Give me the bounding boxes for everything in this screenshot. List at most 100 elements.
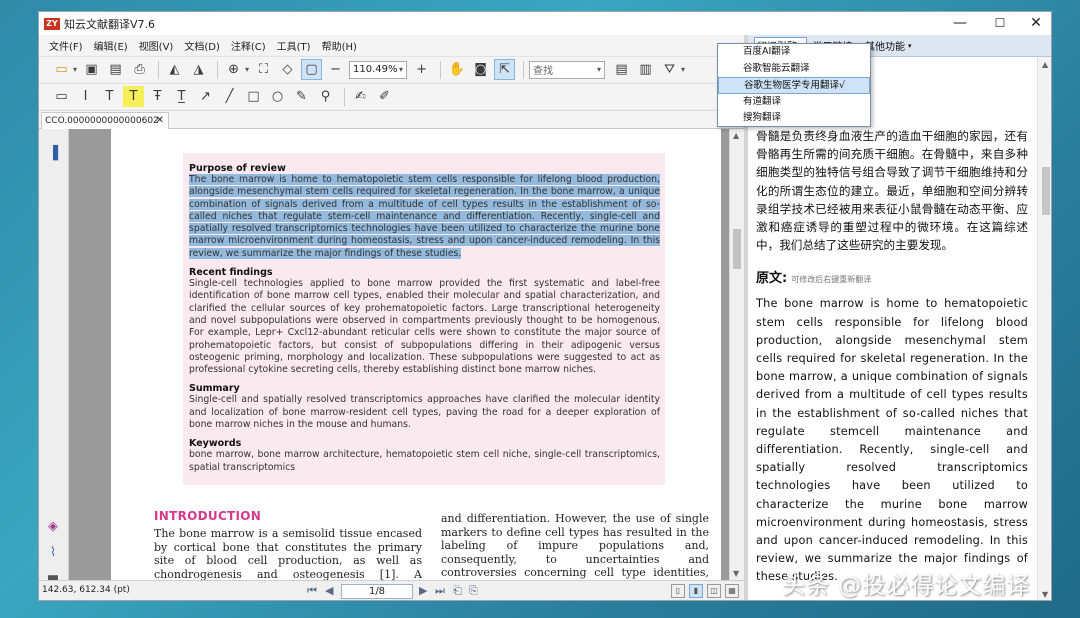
select-tool-icon[interactable]: ⇱ xyxy=(494,59,516,80)
find-next-icon[interactable]: ▥ xyxy=(635,59,656,80)
menu-document[interactable]: 文档(D) xyxy=(184,38,220,53)
bookmark-icon[interactable]: ▐ xyxy=(45,146,61,162)
toolbar-divider xyxy=(158,60,160,79)
arrow-icon[interactable]: ↗ xyxy=(195,86,216,107)
strikeout-icon[interactable]: Ŧ xyxy=(147,86,168,107)
text-box-icon[interactable]: Ⅰ xyxy=(75,86,96,107)
app-logo-icon: ZY xyxy=(44,17,60,30)
menu-edit[interactable]: 编辑(E) xyxy=(94,38,128,53)
fit-page-icon[interactable]: ⛶ xyxy=(253,59,274,80)
note-icon[interactable]: ▭ xyxy=(51,86,72,107)
chevron-down-icon: ▾ xyxy=(908,41,912,50)
next-page-icon[interactable]: ▶ xyxy=(419,584,427,597)
zoom-plus-icon[interactable]: + xyxy=(411,59,432,80)
snapshot-icon[interactable]: ◙ xyxy=(470,59,491,80)
sign-icon[interactable]: ✐ xyxy=(374,86,395,107)
zoom-out-icon[interactable]: − xyxy=(325,59,346,80)
other-functions-menu[interactable]: 其他功能 ▾ xyxy=(865,38,912,54)
purpose-text[interactable]: The bone marrow is home to hematopoietic… xyxy=(189,174,660,260)
toolbar-divider xyxy=(344,87,345,106)
fit-width-icon[interactable]: ◇ xyxy=(277,59,298,80)
cursor-coordinates: 142.63, 612.34 (pt) xyxy=(42,585,130,595)
engine-option-baidu-ai[interactable]: 百度AI翻译 xyxy=(718,44,870,61)
fit-visible-icon[interactable]: ▢ xyxy=(301,59,323,80)
filter-dropdown-icon[interactable]: ▾ xyxy=(681,65,685,74)
pencil-icon[interactable]: ✎ xyxy=(291,86,312,107)
rotate-left-icon[interactable]: ◭ xyxy=(164,59,185,80)
engine-option-sogou[interactable]: 搜狗翻译 xyxy=(718,110,870,127)
continuous-view-icon[interactable]: ▮ xyxy=(689,584,703,598)
single-page-view-icon[interactable]: ▯ xyxy=(671,584,685,598)
toolbar-divider xyxy=(217,60,219,79)
menu-view[interactable]: 视图(V) xyxy=(139,38,174,53)
translation-scrollbar[interactable]: ▲ ▼ xyxy=(1037,57,1051,600)
menu-tools[interactable]: 工具(T) xyxy=(277,38,311,53)
toolbar-divider xyxy=(440,60,442,79)
previous-page-icon[interactable]: ◀ xyxy=(325,584,333,597)
original-hint: 可修改后右键重新翻译 xyxy=(791,275,872,285)
find-previous-icon[interactable]: ▤ xyxy=(611,59,632,80)
intro-right-column[interactable]: and differentiation. However, the use of… xyxy=(441,512,709,580)
original-heading-row: 原文: 可修改后右键重新翻译 xyxy=(756,267,1028,286)
scroll-up-icon[interactable]: ▲ xyxy=(733,131,739,140)
search-placeholder: 查找 xyxy=(533,66,554,77)
stamp-icon[interactable]: ⚲ xyxy=(315,86,336,107)
save-icon[interactable]: ▣ xyxy=(81,59,102,80)
save-as-icon[interactable]: ▤ xyxy=(105,59,126,80)
document-viewer[interactable]: Purpose of review The bone marrow is hom… xyxy=(69,129,729,580)
engine-option-youdao[interactable]: 有道翻译 xyxy=(718,94,870,111)
close-tab-icon[interactable]: ✕ xyxy=(156,113,164,129)
findings-text[interactable]: Single-cell technologies applied to bone… xyxy=(189,278,660,376)
menu-comment[interactable]: 注释(C) xyxy=(231,38,266,53)
search-input[interactable]: 查找 ▾ xyxy=(529,60,606,79)
go-forward-icon[interactable]: ⎘ xyxy=(469,584,478,598)
print-icon[interactable]: ⎙ xyxy=(129,59,150,80)
close-button[interactable]: ✕ xyxy=(1019,12,1051,35)
engine-option-google-biomedical[interactable]: 谷歌生物医学专用翻译√ xyxy=(718,77,870,94)
translation-result-text[interactable]: 骨髓是负责终身血液生产的造血干细胞的家园，还有骨骼再生所需的间充质干细胞。在骨髓… xyxy=(756,127,1028,254)
chevron-down-icon: ▾ xyxy=(399,65,404,74)
app-window: ZY 知云文献翻译V7.6 — ☐ ✕ 文件(F) 编辑(E) 视图(V) 文档… xyxy=(38,11,1052,601)
document-scrollbar[interactable]: ▲ ▼ xyxy=(729,129,744,580)
maximize-button[interactable]: ☐ xyxy=(983,12,1017,35)
two-page-continuous-view-icon[interactable]: ▦ xyxy=(725,584,739,598)
minimize-button[interactable]: — xyxy=(943,12,977,35)
open-folder-icon[interactable]: ▭ xyxy=(51,59,72,80)
scrollbar-thumb[interactable] xyxy=(1042,167,1050,215)
first-page-icon[interactable]: ⏮ xyxy=(307,584,317,598)
ellipse-icon[interactable]: ○ xyxy=(267,86,288,107)
scrollbar-thumb[interactable] xyxy=(733,229,741,269)
engine-option-google-cloud[interactable]: 谷歌智能云翻译 xyxy=(718,61,870,78)
tab-document[interactable]: CCO.0000000000000602 ✕ xyxy=(41,112,169,129)
hand-tool-icon[interactable]: ✋ xyxy=(446,59,467,80)
scroll-down-icon[interactable]: ▼ xyxy=(1042,590,1048,599)
highlight-text-icon[interactable]: T xyxy=(123,86,144,107)
line-icon[interactable]: ╱ xyxy=(219,86,240,107)
keywords-text[interactable]: bone marrow, bone marrow architecture, h… xyxy=(189,449,660,474)
attachment-icon[interactable]: ⌇ xyxy=(45,545,61,561)
two-page-view-icon[interactable]: ◫ xyxy=(707,584,721,598)
layers-icon[interactable]: ◈ xyxy=(45,519,61,535)
zoom-dropdown-icon[interactable]: ▾ xyxy=(245,65,249,74)
summary-text[interactable]: Single-cell and spatially resolved trans… xyxy=(189,394,660,431)
intro-left-column[interactable]: The bone marrow is a semisolid tissue en… xyxy=(154,527,422,580)
original-text-editor[interactable]: The bone marrow is home to hematopoietic… xyxy=(756,295,1028,586)
menu-file[interactable]: 文件(F) xyxy=(49,38,83,53)
open-dropdown-icon[interactable]: ▾ xyxy=(73,65,77,74)
edit-annotation-icon[interactable]: ✍ xyxy=(350,86,371,107)
rotate-right-icon[interactable]: ◮ xyxy=(188,59,209,80)
underline-icon[interactable]: T̲ xyxy=(171,86,192,107)
scroll-down-icon[interactable]: ▼ xyxy=(733,569,739,578)
last-page-icon[interactable]: ⏭ xyxy=(435,584,445,598)
filter-icon[interactable]: ⛛ xyxy=(659,59,680,80)
pdf-page[interactable]: Purpose of review The bone marrow is hom… xyxy=(111,129,721,580)
zoom-level-select[interactable]: 110.49% ▾ xyxy=(349,60,408,79)
rectangle-icon[interactable]: □ xyxy=(243,86,264,107)
scroll-up-icon[interactable]: ▲ xyxy=(1042,60,1048,69)
menu-help[interactable]: 帮助(H) xyxy=(322,38,357,53)
chevron-down-icon: ▾ xyxy=(597,65,602,74)
zoom-in-icon[interactable]: ⊕ xyxy=(223,59,244,80)
go-back-icon[interactable]: ⎗ xyxy=(453,584,462,598)
page-number-input[interactable]: 1/8 xyxy=(341,584,413,599)
typewriter-icon[interactable]: T xyxy=(99,86,120,107)
